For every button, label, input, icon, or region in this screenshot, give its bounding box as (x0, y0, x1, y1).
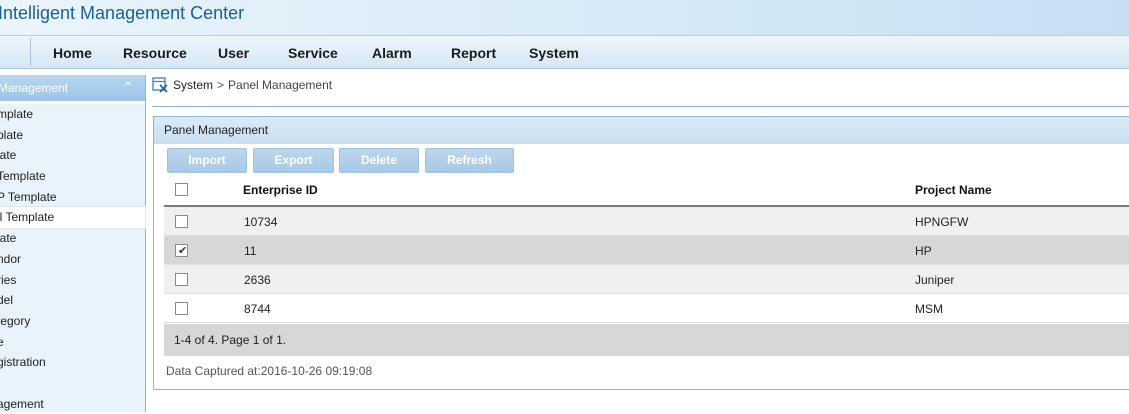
data-captured-text: Data Captured at:2016-10-26 09:19:08 (166, 364, 373, 378)
enterprise-id-cell: 8744 (244, 302, 271, 316)
sidebar-item[interactable]: e (0, 332, 145, 353)
title-bar: Intelligent Management Center (0, 0, 1129, 35)
import-button[interactable]: Import (167, 148, 247, 173)
delete-button[interactable]: Delete (339, 148, 419, 173)
panel-management-icon (152, 77, 168, 93)
nav-divider (30, 38, 31, 66)
app-title: Intelligent Management Center (0, 3, 245, 23)
nav-report[interactable]: Report (451, 45, 496, 61)
pager-text: 1-4 of 4. Page 1 of 1. (174, 333, 287, 347)
table-row[interactable]: 10734 HPNGFW (164, 207, 1129, 236)
project-name-cell: MSM (915, 302, 943, 316)
panel-header: Panel Management (154, 117, 1129, 144)
panel-title: Panel Management (164, 123, 269, 137)
sidebar-item[interactable]: Template (0, 166, 145, 187)
select-all-checkbox[interactable] (175, 183, 188, 196)
sidebar-item[interactable]: plate (0, 125, 145, 146)
sidebar-header-label: Management (0, 81, 69, 95)
column-enterprise-id[interactable]: Enterprise ID (243, 183, 318, 197)
sidebar-item[interactable]: ries (0, 270, 145, 291)
checkmark-icon: ✔ (178, 245, 188, 257)
nav-resource[interactable]: Resource (123, 45, 187, 61)
breadcrumb-divider (152, 106, 1129, 107)
table-row[interactable]: 2636 Juniper (164, 265, 1129, 294)
enterprise-id-cell: 10734 (244, 215, 278, 229)
sidebar-item[interactable]: P Template (0, 187, 145, 208)
row-checkbox-checked[interactable]: ✔ (175, 244, 188, 257)
sidebar-item[interactable]: mplate (0, 104, 145, 125)
sidebar-list: mplate plate late Template P Template ll… (0, 104, 146, 414)
sidebar-item[interactable]: gistration (0, 352, 145, 373)
export-button[interactable]: Export (253, 148, 334, 173)
sidebar-item[interactable]: agement (0, 394, 145, 414)
nav-user[interactable]: User (218, 45, 249, 61)
column-project-name[interactable]: Project Name (915, 183, 992, 197)
sidebar: Management ⌃ mplate plate late Template … (0, 75, 146, 412)
sidebar-item[interactable] (0, 373, 145, 394)
project-name-cell: Juniper (915, 273, 955, 287)
sidebar-item[interactable]: ndor (0, 249, 145, 270)
main-nav: Home Resource User Service Alarm Report … (0, 35, 1129, 69)
nav-home[interactable]: Home (53, 45, 92, 61)
project-name-cell: HP (915, 244, 932, 258)
sidebar-item[interactable]: late (0, 228, 145, 249)
enterprise-table: Enterprise ID Project Name 10734 HPNGFW … (164, 175, 1129, 356)
project-name-cell: HPNGFW (915, 215, 969, 229)
breadcrumb-separator: > (217, 78, 225, 92)
sidebar-item[interactable]: tegory (0, 311, 145, 332)
sidebar-item[interactable]: late (0, 145, 145, 166)
panel-management-panel: Panel Management Import Export Delete Re… (153, 116, 1129, 390)
table-row[interactable]: 8744 MSM (164, 294, 1129, 323)
table-header: Enterprise ID Project Name (164, 175, 1129, 207)
table-pager: 1-4 of 4. Page 1 of 1. (164, 324, 1129, 356)
sidebar-header[interactable]: Management ⌃ (0, 75, 145, 101)
enterprise-id-cell: 2636 (244, 273, 271, 287)
row-checkbox[interactable] (175, 273, 188, 286)
breadcrumb-text: System > Panel Management (173, 78, 332, 92)
enterprise-id-cell: 11 (244, 244, 257, 258)
row-checkbox[interactable] (175, 302, 188, 315)
sidebar-item[interactable]: del (0, 290, 145, 311)
breadcrumb-current: Panel Management (228, 78, 333, 92)
nav-alarm[interactable]: Alarm (372, 45, 412, 61)
nav-service[interactable]: Service (288, 45, 338, 61)
breadcrumb-root[interactable]: System (173, 78, 213, 92)
row-checkbox[interactable] (175, 215, 188, 228)
nav-system[interactable]: System (529, 45, 579, 61)
chevron-up-icon[interactable]: ⌃ (120, 78, 136, 96)
sidebar-item-selected[interactable]: ll Template (0, 206, 146, 230)
refresh-button[interactable]: Refresh (425, 148, 514, 173)
table-row-selected[interactable]: ✔ 11 HP (164, 236, 1129, 265)
